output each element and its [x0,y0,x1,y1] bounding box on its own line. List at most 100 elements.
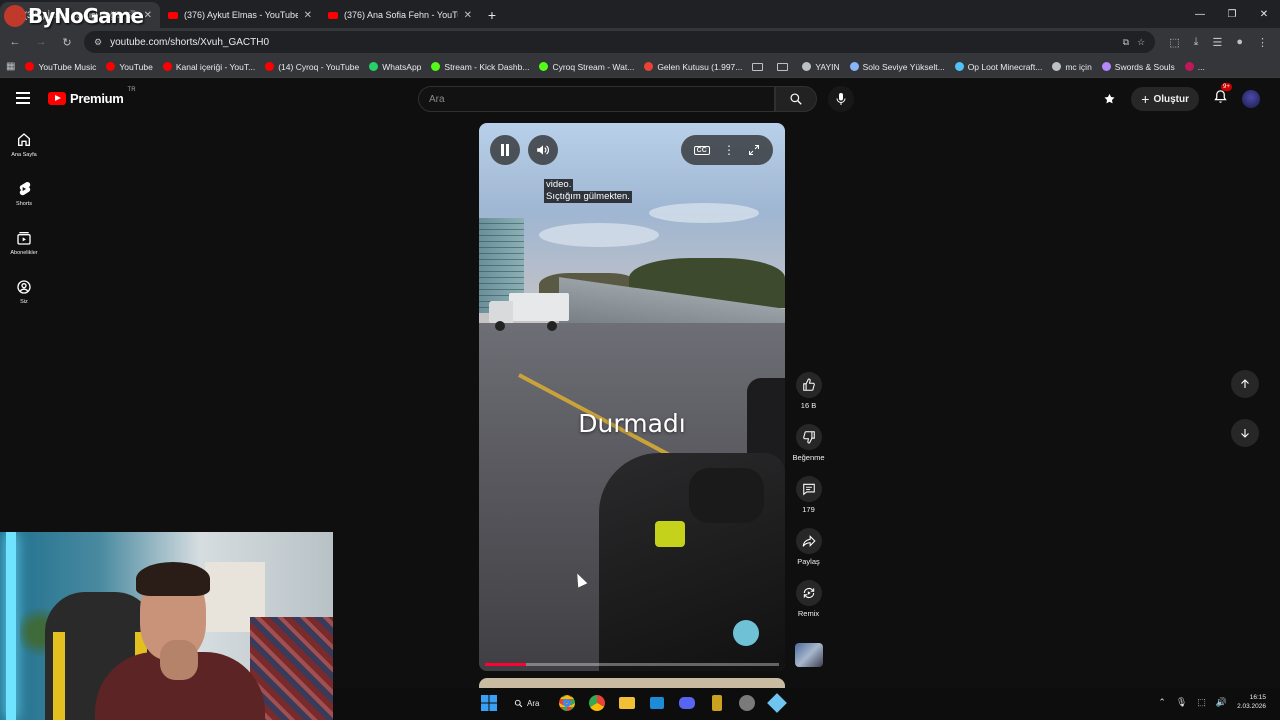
search-placeholder: Ara [429,93,445,105]
next-short-button[interactable] [1231,419,1259,447]
bookmark-item[interactable] [777,62,792,71]
profile-icon[interactable]: ● [1236,36,1243,49]
tray-overflow-icon[interactable]: ⌃ [1158,697,1166,708]
bookmark-item[interactable]: mc için [1052,62,1092,72]
menu-icon[interactable] [16,92,30,104]
bookmark-item[interactable]: Gelen Kutusu (1.997... [644,62,742,72]
comment-action[interactable]: 179 [790,476,827,528]
guide-item-shorts[interactable]: Shorts [0,177,48,226]
restore-icon[interactable]: ❐ [1216,0,1248,28]
bookmark-item[interactable]: Stream - Kick Dashb... [431,62,529,72]
bookmark-item[interactable]: Cyroq Stream - Wat... [539,62,634,72]
search-input[interactable]: Ara [418,86,775,112]
microphone-tray-icon[interactable]: 🎙 [1176,697,1187,708]
menu-icon[interactable]: ⋮ [1257,36,1268,49]
pause-button[interactable] [490,135,520,165]
fullscreen-icon[interactable] [748,144,760,156]
display-tray-icon[interactable]: ⬚ [1197,697,1206,708]
bookmark-item[interactable]: Op Loot Minecraft... [954,61,1043,72]
sound-thumbnail[interactable] [795,643,823,667]
bookmark-item[interactable]: Solo Seviye Yükselt... [849,61,945,72]
guide-item-subscriptions[interactable]: Abonelikler [0,226,48,275]
tab-close-icon[interactable]: ✕ [464,10,472,21]
bookmark-item[interactable]: WhatsApp [369,62,421,72]
like-action[interactable]: 16 B [790,372,827,424]
app-6[interactable] [706,692,728,714]
bookmark-favicon-icon [1052,62,1062,71]
speaker-tray-icon[interactable]: 🔊 [1216,697,1227,708]
address-bar[interactable]: ⚙ youtube.com/shorts/Xvuh_GACTH0 ⧉ ☆ [84,31,1156,53]
share-action[interactable]: Paylaş [790,528,827,580]
site-info-icon[interactable]: ⚙ [94,37,102,48]
file-explorer-app[interactable] [616,692,638,714]
bookmarks-bar: ▦ YouTube Music YouTube Kanal içeriği - Yo… [0,56,1280,78]
notifications-button[interactable]: 9+ [1213,83,1232,109]
extensions-icon[interactable]: ⬚ [1169,36,1179,49]
chrome-profile-app[interactable] [586,692,608,714]
dislike-button[interactable] [795,424,822,450]
browser-tab-3[interactable]: (376) Ana Sofia Fehn - YouTube ✕ [320,2,480,28]
bookmark-item[interactable]: YAYIN [802,62,840,72]
tab-close-icon[interactable]: ✕ [144,10,152,21]
bookmark-item[interactable]: YouTube Music [25,62,96,72]
bookmark-item[interactable]: Swords & Souls [1101,62,1175,72]
bookmark-label: Solo Seviye Yükselt... [862,61,945,72]
discord-app[interactable] [676,692,698,714]
bookmark-item[interactable]: Kanal içeriği - YouT... [162,62,255,72]
comment-button[interactable] [795,476,822,502]
search-icon [790,93,802,105]
captions-icon[interactable]: CC [693,145,710,155]
install-app-icon[interactable]: ⧉ [1123,37,1129,48]
previous-short-button[interactable] [1231,370,1259,398]
bookmark-item[interactable]: ... [1184,62,1205,72]
remix-button[interactable] [795,580,822,606]
account-avatar[interactable] [1242,90,1260,108]
reload-icon[interactable]: ↻ [58,36,76,49]
more-options-icon[interactable]: ⋮ [723,143,735,157]
minimize-icon[interactable]: — [1184,0,1216,28]
guide-item-you[interactable]: Siz [0,275,48,324]
downloads-icon[interactable]: ⤓ [1194,36,1199,49]
reading-list-icon[interactable]: ☰ [1212,36,1222,49]
progress-bar[interactable] [485,663,779,666]
browser-tab-2[interactable]: (376) Aykut Elmas - YouTube ✕ [160,2,320,28]
dislike-action[interactable]: Beğenme [790,424,827,476]
creator-studio-icon[interactable] [1102,92,1117,107]
bookmark-item[interactable] [752,62,767,71]
youtube-header: Premium TR Ara + Oluştur 9+ [0,78,1280,120]
app-7[interactable] [736,692,758,714]
create-button[interactable]: + Oluştur [1131,87,1199,111]
new-tab-button[interactable]: + [480,2,504,28]
share-label: Paylaş [797,557,820,566]
bookmark-label: Op Loot Minecraft... [967,61,1043,72]
app-4[interactable] [646,692,668,714]
shorts-player[interactable]: CC ⋮ video. Sıçtığım gülmekten. Durmadı [479,123,785,671]
voice-search-button[interactable] [828,86,854,112]
shorts-icon [19,181,31,196]
video-cloud [649,203,759,223]
chrome-app[interactable] [556,692,578,714]
close-window-icon[interactable]: ✕ [1248,0,1280,28]
bookmark-item[interactable]: YouTube [106,62,153,72]
bookmark-star-icon[interactable]: ☆ [1137,37,1145,48]
bookmark-favicon-icon [25,62,35,71]
remix-action[interactable]: Remix [790,580,827,632]
search-button[interactable] [775,86,817,112]
volume-button[interactable] [528,135,558,165]
apps-icon[interactable]: ▦ [6,61,15,72]
bookmark-item[interactable]: (14) Cyroq - YouTube [265,62,359,72]
tab-close-icon[interactable]: ✕ [304,10,312,21]
bookmark-favicon-icon [1101,62,1111,71]
start-button[interactable] [478,692,500,714]
next-short-preview[interactable] [479,678,785,688]
share-button[interactable] [795,528,822,554]
forward-icon[interactable]: → [32,36,50,48]
taskbar-clock[interactable]: 16:15 2.03.2026 [1237,693,1266,711]
guide-item-home[interactable]: Ana Sayfa [0,128,48,177]
taskbar-apps: Ara [478,692,788,714]
like-button[interactable] [795,372,822,398]
taskbar-search[interactable]: Ara [508,699,548,708]
youtube-premium-logo[interactable]: Premium TR [48,87,136,106]
app-8[interactable] [766,692,788,714]
back-icon[interactable]: ← [6,36,24,48]
